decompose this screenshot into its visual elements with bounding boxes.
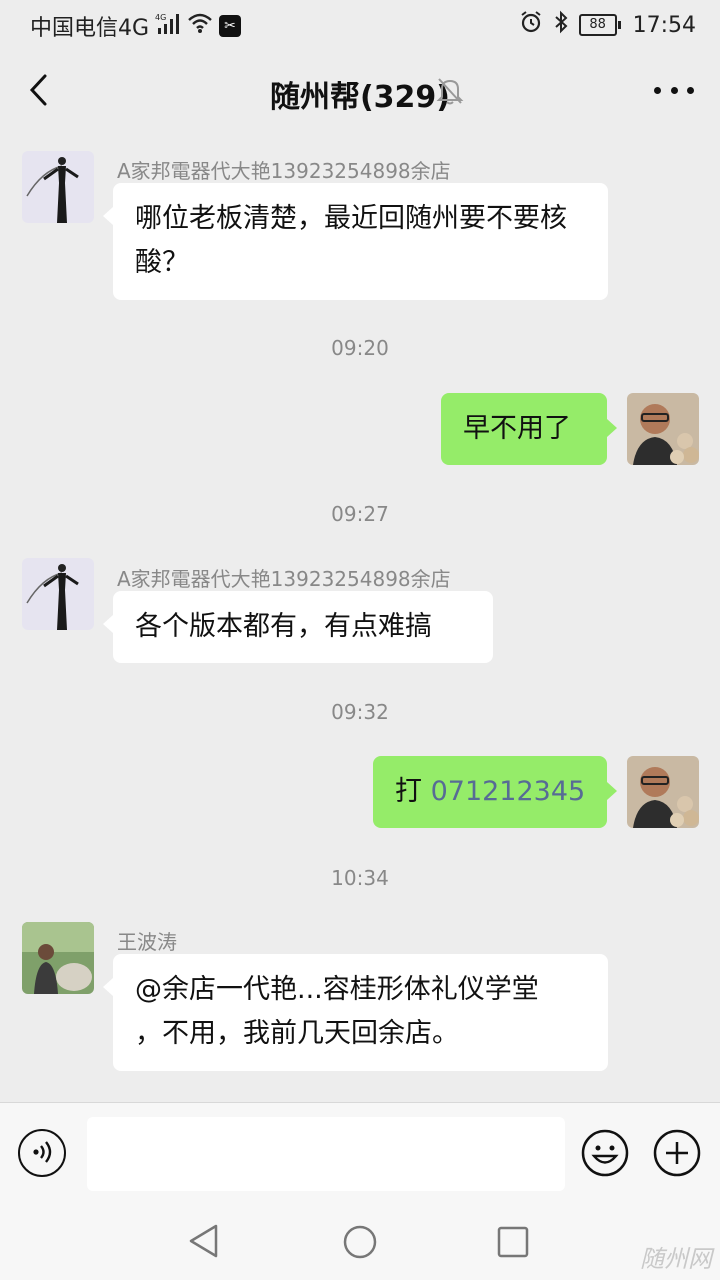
message-text: 打 xyxy=(395,776,431,807)
voice-icon xyxy=(33,1141,52,1163)
dot-icon xyxy=(654,86,661,94)
wifi-icon xyxy=(187,12,213,40)
capcut-app-icon: ✂ xyxy=(219,15,242,37)
timestamp: 09:27 xyxy=(331,502,389,526)
more-options-button[interactable] xyxy=(654,78,694,102)
avatar-self[interactable] xyxy=(627,393,699,465)
bluetooth-icon xyxy=(553,10,569,40)
chat-title: 随州帮(329) xyxy=(269,80,451,115)
avatar-self[interactable] xyxy=(627,756,699,828)
dot-icon xyxy=(687,86,694,94)
system-nav-bar: 随州网 xyxy=(0,1200,720,1280)
emoji-icon xyxy=(581,1129,629,1177)
more-actions-button[interactable] xyxy=(653,1129,701,1177)
status-bar: 中国电信4G 4G ✂ 88 17:54 xyxy=(0,0,720,50)
emoji-button[interactable] xyxy=(581,1129,629,1177)
circle-home-icon xyxy=(343,1225,377,1259)
message-text: ，不用，我前几天回余店。 xyxy=(135,1018,459,1049)
square-recents-icon xyxy=(497,1226,529,1258)
avatar-dancer[interactable] xyxy=(22,151,94,223)
timestamp: 09:20 xyxy=(331,336,389,360)
plus-icon xyxy=(653,1129,701,1177)
triangle-back-icon xyxy=(189,1224,218,1258)
nav-recents-button[interactable] xyxy=(497,1226,529,1262)
avatar-dancer[interactable] xyxy=(22,558,94,630)
sender-name: 王波涛 xyxy=(117,930,177,954)
avatar-outdoor[interactable] xyxy=(22,922,94,994)
message-text: 早不用了 xyxy=(463,413,571,444)
message-input[interactable] xyxy=(87,1117,565,1191)
nav-back-button[interactable] xyxy=(186,1222,222,1264)
nav-home-button[interactable] xyxy=(342,1224,378,1264)
message-bubble-received[interactable]: 哪位老板清楚，最近回随州要不要核酸？ xyxy=(103,183,608,300)
carrier-label: 中国电信4G xyxy=(30,16,150,41)
mute-bell-icon xyxy=(436,76,464,110)
sender-name: A家邦電器代大艳13923254898余店 xyxy=(117,159,451,183)
clock: 17:54 xyxy=(632,12,696,38)
voice-input-button[interactable] xyxy=(18,1129,66,1177)
chat-header: 随州帮(329) xyxy=(0,50,720,134)
dot-icon xyxy=(670,86,678,94)
message-text: 各个版本都有，有点难搞 xyxy=(135,611,432,642)
alarm-icon xyxy=(519,10,543,40)
sender-name: A家邦電器代大艳13923254898余店 xyxy=(117,567,451,591)
phone-number-link[interactable]: 071212345 xyxy=(431,776,586,807)
network-badge: 4G xyxy=(155,13,166,22)
message-bubble-received[interactable]: 各个版本都有，有点难搞 xyxy=(103,591,493,663)
timestamp: 09:32 xyxy=(331,700,389,724)
watermark: 随州网 xyxy=(640,1245,712,1273)
battery-icon: 88 xyxy=(578,14,621,36)
message-bubble-received[interactable]: @余店一代艳...容桂形体礼仪学堂 ，不用，我前几天回余店。 xyxy=(103,954,608,1071)
message-bubble-sent[interactable]: 打 071212345 xyxy=(373,756,617,828)
input-bar xyxy=(0,1102,720,1201)
signal-icon: 4G xyxy=(155,12,181,40)
message-text: @余店一代艳...容桂形体礼仪学堂 xyxy=(135,974,539,1005)
message-text: 哪位老板清楚，最近回随州要不要核酸？ xyxy=(135,203,567,278)
timestamp: 10:34 xyxy=(331,866,389,890)
message-bubble-sent[interactable]: 早不用了 xyxy=(441,393,617,465)
